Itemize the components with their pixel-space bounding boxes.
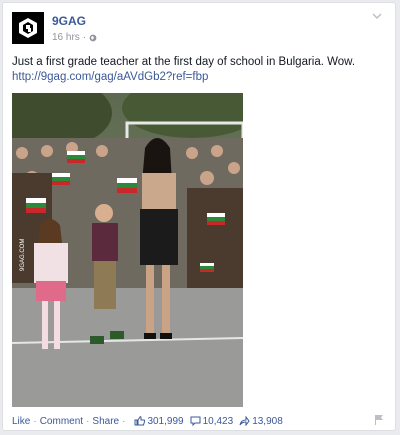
share-arrow-icon (239, 416, 250, 426)
thumbs-up-icon (134, 416, 146, 426)
globe-icon (89, 34, 97, 41)
9gag-logo-icon (19, 18, 37, 38)
report-flag-icon[interactable] (374, 414, 384, 425)
meta-separator: · (82, 32, 87, 43)
post-caption: Just a first grade teacher at the first … (12, 56, 356, 68)
action-separator: · (122, 415, 126, 427)
comments-count-value: 10,423 (202, 415, 234, 427)
comment-button[interactable]: Comment (40, 416, 83, 427)
shares-count-value: 13,908 (252, 415, 283, 427)
post-meta: 16 hrs · (52, 32, 97, 43)
post-link[interactable]: http://9gag.com/gag/aAVdGb2?ref=fbp (12, 70, 387, 85)
likes-count-value: 301,999 (147, 415, 184, 427)
share-button[interactable]: Share (92, 416, 119, 427)
post-options-chevron-icon[interactable] (370, 12, 384, 24)
photo-watermark: 9GAG.COM (20, 239, 26, 271)
post-time[interactable]: 16 hrs (52, 32, 80, 43)
action-separator: · (33, 415, 37, 427)
page-avatar[interactable] (12, 12, 44, 44)
action-separator: · (86, 415, 90, 427)
shares-count[interactable]: 13,908 (239, 416, 283, 427)
comments-count[interactable]: 10,423 (190, 415, 234, 427)
post-header: 9GAG 16 hrs · (12, 12, 386, 48)
post-photo[interactable]: 9GAG.COM (12, 93, 243, 407)
post-card: 9GAG 16 hrs · Just a first grade teacher… (2, 2, 396, 431)
page-name[interactable]: 9GAG (52, 14, 86, 28)
post-footer: Like · Comment · Share · 301,999 10,423 … (12, 414, 386, 428)
likes-count[interactable]: 301,999 (134, 415, 184, 427)
like-button[interactable]: Like (12, 416, 30, 427)
comment-bubble-icon (190, 416, 201, 426)
photo-image: 9GAG.COM (12, 93, 243, 407)
post-body: Just a first grade teacher at the first … (12, 55, 387, 85)
